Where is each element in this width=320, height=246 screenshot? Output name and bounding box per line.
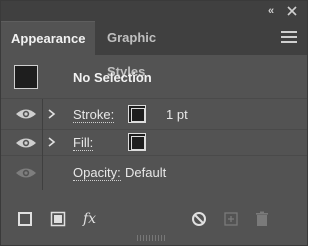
- stroke-swatch[interactable]: [128, 105, 146, 123]
- clear-appearance-icon[interactable]: [191, 211, 207, 227]
- trash-icon: [256, 211, 268, 226]
- close-icon[interactable]: [285, 4, 299, 18]
- eye-icon[interactable]: [15, 136, 37, 150]
- chevron-right-icon[interactable]: [48, 137, 56, 147]
- double-chevron-left-icon[interactable]: «: [264, 4, 278, 18]
- hamburger-menu-icon[interactable]: [281, 31, 297, 45]
- opacity-value[interactable]: Default: [125, 165, 166, 180]
- stroke-weight[interactable]: 1 pt: [166, 107, 188, 122]
- selection-thumbnail: [14, 65, 38, 89]
- eye-icon: [16, 168, 36, 178]
- opacity-row[interactable]: Opacity: Default: [1, 156, 307, 190]
- add-new-stroke-icon[interactable]: [17, 211, 33, 227]
- panel-title-bar[interactable]: «: [1, 1, 307, 21]
- row-divider: [42, 156, 43, 190]
- selection-row: No Selection: [1, 55, 307, 99]
- fill-row[interactable]: Fill:: [1, 130, 307, 156]
- fill-swatch[interactable]: [128, 133, 146, 151]
- tab-graphic-styles[interactable]: Graphic Styles: [97, 21, 199, 79]
- stroke-row[interactable]: Stroke: 1 pt: [1, 99, 307, 130]
- fill-label[interactable]: Fill:: [73, 135, 94, 151]
- opacity-label[interactable]: Opacity:: [73, 165, 121, 181]
- row-divider: [42, 99, 43, 130]
- tab-bar: Appearance Graphic Styles: [1, 21, 307, 79]
- stroke-label[interactable]: Stroke:: [73, 107, 115, 123]
- panel-toolbar: fx: [1, 201, 307, 235]
- duplicate-item-icon: [224, 212, 238, 226]
- eye-icon[interactable]: [15, 107, 37, 121]
- appearance-panel: « Appearance Graphic Styles No Selection…: [0, 0, 308, 246]
- add-new-fill-icon[interactable]: [50, 211, 66, 227]
- tab-appearance[interactable]: Appearance: [1, 21, 95, 55]
- chevron-right-icon[interactable]: [48, 109, 56, 119]
- resize-grip[interactable]: [137, 235, 167, 241]
- fx-icon[interactable]: fx: [83, 211, 105, 227]
- selection-label: No Selection: [73, 70, 152, 85]
- row-divider: [42, 130, 43, 156]
